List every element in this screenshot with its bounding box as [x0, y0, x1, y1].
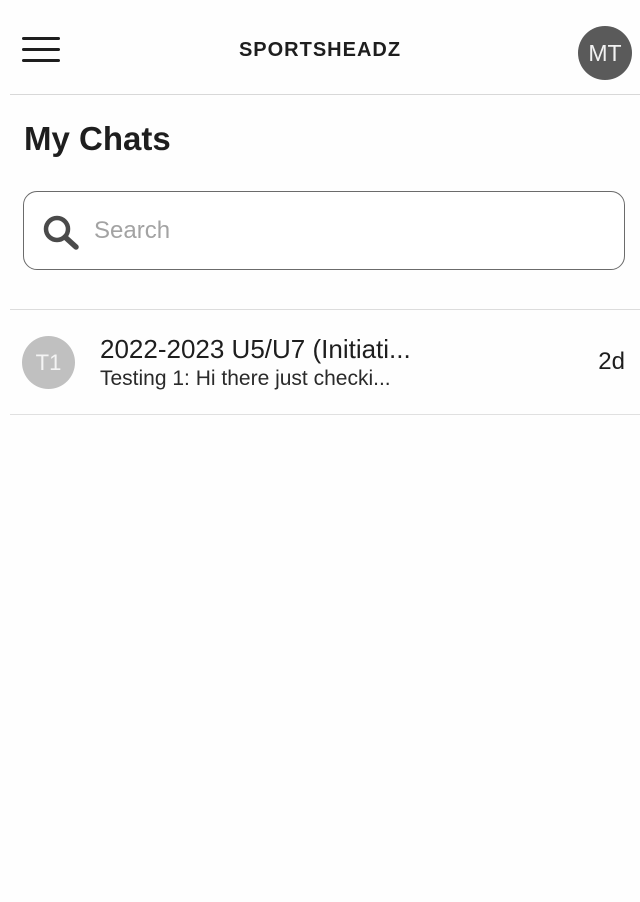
chat-last-message: Testing 1: Hi there just checki...	[100, 367, 391, 390]
list-divider	[10, 414, 640, 415]
user-avatar[interactable]: MT	[578, 26, 632, 80]
app-header: SPORTSHEADZ MT	[0, 0, 640, 96]
brand-title: SPORTSHEADZ	[238, 39, 402, 61]
search-input[interactable]	[94, 210, 604, 252]
search-box[interactable]	[23, 191, 625, 270]
chats-screen: SPORTSHEADZ MT My Chats T1 2022-2023 U5/…	[0, 0, 640, 902]
chat-avatar: T1	[22, 336, 75, 389]
header-divider	[10, 94, 640, 95]
search-icon	[43, 215, 79, 250]
chat-list-item[interactable]: T1 2022-2023 U5/U7 (Initiati... Testing …	[0, 310, 640, 414]
page-title: My Chats	[24, 120, 171, 157]
chat-timestamp: 2d	[598, 348, 625, 375]
chat-title: 2022-2023 U5/U7 (Initiati...	[100, 334, 411, 364]
